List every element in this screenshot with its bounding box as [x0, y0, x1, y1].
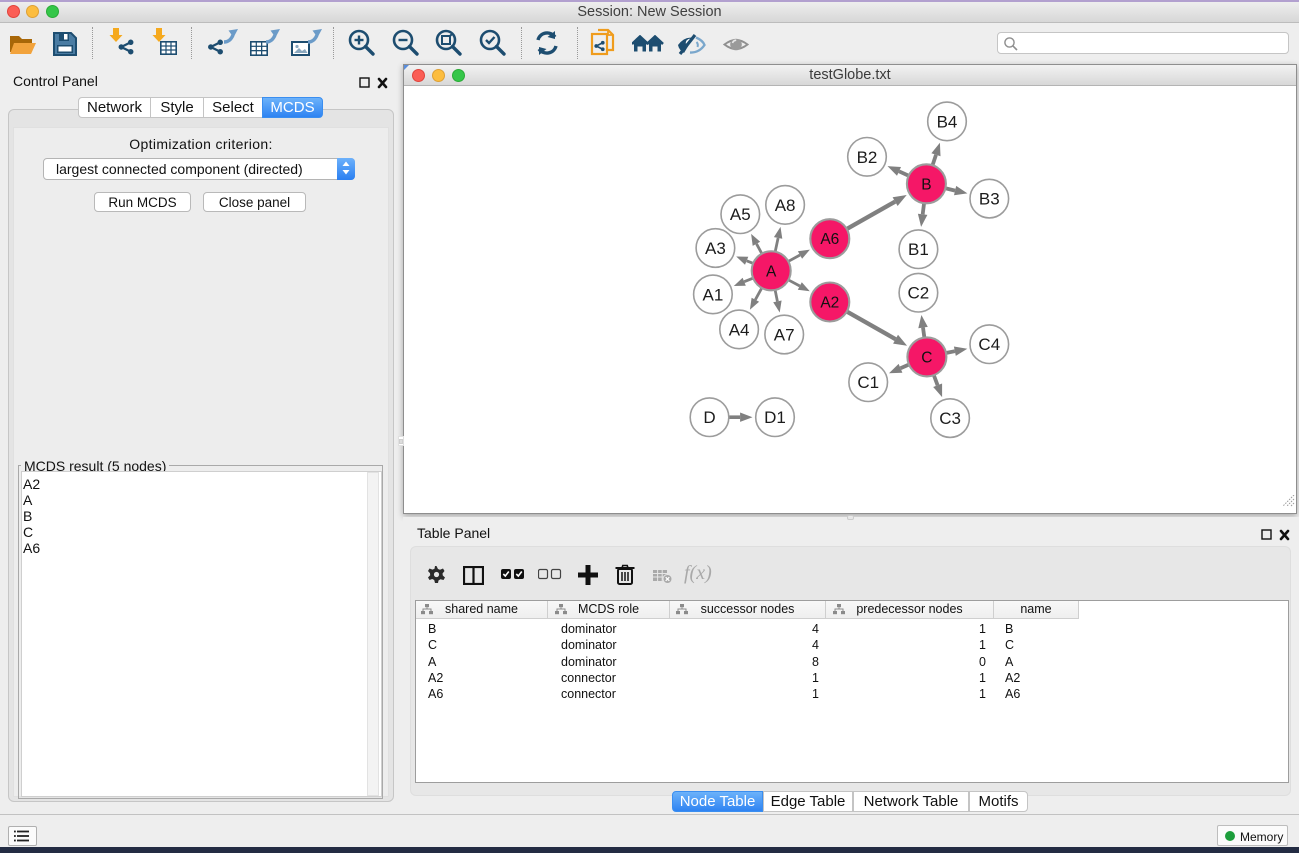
svg-text:f(x): f(x)	[684, 563, 712, 584]
svg-text:C: C	[921, 349, 932, 366]
svg-text:C4: C4	[978, 335, 1000, 354]
svg-text:C1: C1	[857, 373, 879, 392]
svg-text:A: A	[766, 263, 777, 280]
svg-text:B3: B3	[979, 190, 1000, 209]
svg-text:A5: A5	[730, 205, 751, 224]
svg-text:B: B	[921, 176, 931, 193]
svg-text:A1: A1	[703, 285, 724, 304]
svg-text:D1: D1	[764, 408, 786, 427]
svg-text:A4: A4	[729, 320, 750, 339]
svg-text:C3: C3	[939, 409, 961, 428]
svg-text:A7: A7	[774, 326, 795, 345]
svg-text:B2: B2	[857, 148, 878, 167]
svg-text:B1: B1	[908, 240, 929, 259]
svg-text:C2: C2	[908, 284, 930, 303]
svg-text:A2: A2	[820, 295, 839, 312]
svg-text:B4: B4	[937, 112, 958, 131]
svg-text:A3: A3	[705, 239, 726, 258]
svg-text:A6: A6	[820, 231, 839, 248]
svg-text:D: D	[703, 408, 715, 427]
svg-text:A8: A8	[775, 196, 796, 215]
